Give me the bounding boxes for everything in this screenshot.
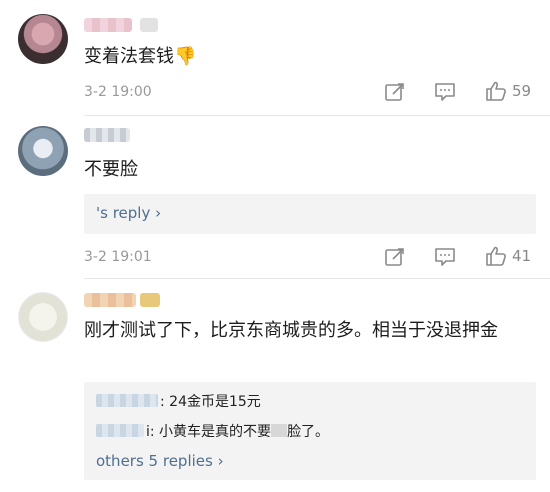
like-button[interactable]: 59 bbox=[485, 81, 531, 101]
view-reply-link[interactable]: 's reply › bbox=[96, 204, 161, 222]
avatar[interactable] bbox=[18, 126, 68, 176]
comment-text: 不要脸 bbox=[84, 159, 138, 180]
comment-2: 不要脸 's reply › 3-2 19:01 41 bbox=[0, 116, 550, 278]
comment-text: 刚才测试了下，比京东商城贵的多。相当于没退押金 bbox=[84, 320, 498, 341]
repost-button[interactable] bbox=[384, 82, 406, 102]
avatar[interactable] bbox=[18, 292, 68, 342]
avatar[interactable] bbox=[18, 14, 68, 64]
comment-button[interactable] bbox=[434, 247, 456, 267]
reply-username-blurred bbox=[96, 394, 158, 407]
comment-text: 变着法套钱👎 bbox=[84, 46, 197, 67]
more-replies-link[interactable]: others 5 replies › bbox=[96, 452, 224, 470]
reply-text-end: 脸了。 bbox=[287, 424, 330, 440]
comment-time: 3-2 19:00 bbox=[84, 84, 152, 100]
comment-button[interactable] bbox=[434, 82, 456, 102]
like-button[interactable]: 41 bbox=[485, 246, 531, 266]
censored-word bbox=[271, 424, 288, 437]
username-blurred[interactable] bbox=[84, 293, 136, 307]
repost-button[interactable] bbox=[384, 247, 406, 267]
reply-item[interactable]: i: 小黄车是真的不要 脸了。 bbox=[96, 422, 329, 442]
like-count: 41 bbox=[512, 247, 532, 265]
repost-icon bbox=[384, 82, 406, 102]
comment-icon bbox=[434, 82, 456, 102]
username-blurred-suffix bbox=[140, 18, 158, 32]
comment-3: 刚才测试了下，比京东商城贵的多。相当于没退押金 : 24金币是15元 i: 小黄… bbox=[0, 279, 550, 492]
like-icon bbox=[485, 246, 507, 266]
comment-1: 变着法套钱👎 3-2 19:00 59 bbox=[0, 0, 550, 115]
comment-icon bbox=[434, 247, 456, 267]
like-icon bbox=[485, 81, 507, 101]
reply-username-blurred bbox=[96, 424, 144, 437]
reply-item[interactable]: : 24金币是15元 bbox=[96, 392, 261, 412]
user-badge bbox=[140, 293, 160, 307]
reply-text-start: i: 小黄车是真的不要 bbox=[146, 424, 272, 440]
like-count: 59 bbox=[512, 82, 532, 100]
username-blurred[interactable] bbox=[84, 18, 132, 32]
reply-text: : 24金币是15元 bbox=[160, 394, 261, 410]
comment-time: 3-2 19:01 bbox=[84, 249, 152, 265]
repost-icon bbox=[384, 247, 406, 267]
username-blurred[interactable] bbox=[84, 128, 130, 142]
